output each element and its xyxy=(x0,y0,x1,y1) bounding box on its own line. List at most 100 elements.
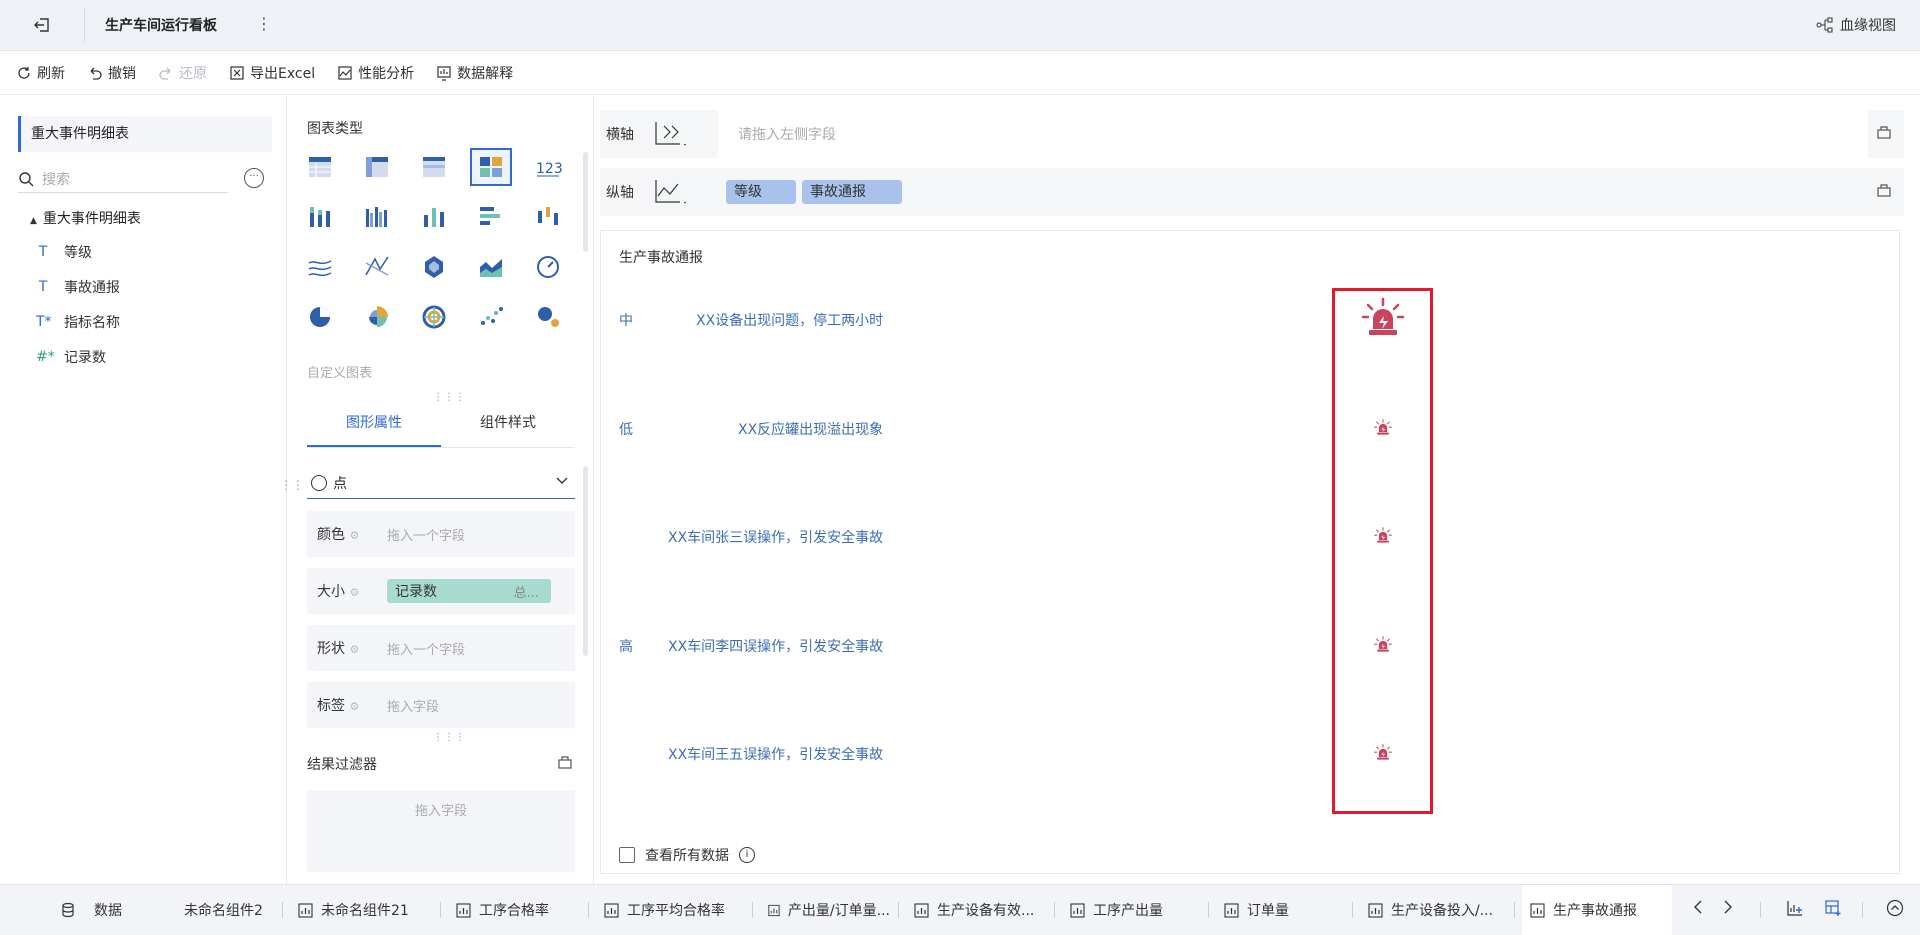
field-item-accident[interactable]: T 事故通报 xyxy=(36,277,120,297)
chart-type-gauge-icon[interactable] xyxy=(527,248,569,286)
component-tab[interactable]: 生产设备有效... xyxy=(906,885,1046,935)
shape-property[interactable]: 形状 ⚙ 拖入一个字段 xyxy=(307,625,575,671)
explain-button[interactable]: 数据解释 xyxy=(436,63,513,83)
chevron-right-icon[interactable] xyxy=(1722,899,1734,919)
filter-drop-zone[interactable]: 拖入字段 xyxy=(307,790,575,872)
filter-lock-icon[interactable] xyxy=(557,754,573,774)
add-dashboard-icon[interactable] xyxy=(1824,899,1842,921)
chart-type-bar-icon[interactable] xyxy=(470,198,512,236)
panel-drag-handle[interactable]: ⋮⋮ xyxy=(280,478,304,492)
component-tab[interactable]: 未命名组件21 xyxy=(290,885,430,935)
scrollbar[interactable] xyxy=(583,152,588,252)
chart-type-detail-table-icon[interactable] xyxy=(413,148,455,186)
view-all-data-checkbox[interactable]: 查看所有数据 i xyxy=(619,845,755,865)
custom-chart-label[interactable]: 自定义图表 xyxy=(307,362,372,381)
size-property[interactable]: 大小 ⚙ 记录数 总... xyxy=(307,568,575,614)
data-panel: 重大事件明细表 搜索 ··· ▲ 重大事件明细表 T 等级 T 事故通报 T* 指… xyxy=(0,96,287,884)
exit-icon[interactable] xyxy=(22,12,62,38)
x-axis-settings-icon[interactable] xyxy=(1876,124,1892,144)
collapse-up-icon[interactable] xyxy=(1886,899,1904,921)
tab-graphic-properties[interactable]: 图形属性 xyxy=(307,401,441,447)
search-input[interactable]: 搜索 xyxy=(18,166,228,193)
label-property[interactable]: 标签 ⚙ 拖入字段 xyxy=(307,682,575,728)
chart-type-scatter-icon[interactable] xyxy=(470,298,512,336)
x-axis-type-icon[interactable] xyxy=(652,120,688,152)
add-component-icon[interactable] xyxy=(1786,899,1804,921)
component-tab[interactable]: 工序平均合格率 xyxy=(596,885,746,935)
component-tab-label: 工序平均合格率 xyxy=(627,903,725,919)
chart-type-pie-icon[interactable] xyxy=(299,298,341,336)
component-tab-label: 工序产出量 xyxy=(1093,903,1163,919)
tree-root[interactable]: ▲ 重大事件明细表 xyxy=(30,208,141,228)
undo-button[interactable]: 撤销 xyxy=(87,63,136,83)
y-field-pill-level[interactable]: 等级 xyxy=(726,180,796,204)
chart-type-stacked-column-icon[interactable] xyxy=(299,198,341,236)
lineage-view-button[interactable]: 血缘视图 xyxy=(1816,15,1896,35)
more-options-icon[interactable]: ··· xyxy=(244,168,264,188)
label-label: 标签 ⚙ xyxy=(317,698,360,714)
x-axis-drop-zone[interactable]: 请拖入左侧字段 xyxy=(718,110,1868,158)
divider xyxy=(898,902,899,918)
field-item-metric-name[interactable]: T* 指标名称 xyxy=(36,312,120,332)
chart-type-kpi-number-icon[interactable]: 123 xyxy=(527,148,569,186)
y-axis-label: 纵轴 xyxy=(606,185,634,201)
divider xyxy=(588,902,589,918)
chart-config-panel: 图表类型 123 自定义图表 ⋮⋮⋮ 图形属性 组件样式 点 颜色 ⚙ 拖入一个… xyxy=(287,96,594,884)
component-tab[interactable]: 工序合格率 xyxy=(448,885,578,935)
performance-button[interactable]: 性能分析 xyxy=(337,63,414,83)
chart-type-column-icon[interactable] xyxy=(413,198,455,236)
field-item-record-count[interactable]: #* 记录数 xyxy=(36,347,106,367)
size-field-pill[interactable]: 记录数 总... xyxy=(387,579,551,603)
mark-type-select[interactable]: 点 xyxy=(307,468,575,499)
chart-type-radial-pie-icon[interactable] xyxy=(413,298,455,336)
y-axis-row: 纵轴 等级 事故通报 xyxy=(600,168,1904,216)
component-tab[interactable]: 订单量 xyxy=(1216,885,1336,935)
collapse-triangle-icon: ▲ xyxy=(30,216,37,226)
field-label: 记录数 xyxy=(64,350,106,366)
resize-handle[interactable]: ⋮⋮⋮ xyxy=(433,732,466,743)
y-axis-type-icon[interactable] xyxy=(652,178,688,210)
field-item-level[interactable]: T 等级 xyxy=(36,242,92,262)
x-axis-placeholder: 请拖入左侧字段 xyxy=(738,127,836,143)
refresh-button[interactable]: 刷新 xyxy=(16,63,65,83)
refresh-icon xyxy=(18,66,30,79)
chart-type-radar-line-icon[interactable] xyxy=(356,248,398,286)
more-icon[interactable]: ⋮ xyxy=(256,14,272,33)
chevron-left-icon[interactable] xyxy=(1692,899,1704,919)
y-axis-settings-icon[interactable] xyxy=(1876,182,1892,202)
component-tab[interactable]: 工序产出量 xyxy=(1062,885,1182,935)
component-tab[interactable]: 生产设备投入/... xyxy=(1360,885,1510,935)
tab-component-style[interactable]: 组件样式 xyxy=(441,401,575,445)
undo-icon xyxy=(90,67,102,80)
info-icon[interactable]: i xyxy=(739,847,755,863)
label-placeholder: 拖入字段 xyxy=(387,699,440,715)
scrollbar[interactable] xyxy=(583,466,588,656)
data-tab[interactable]: 数据 xyxy=(60,885,122,935)
chart-type-polygon-icon[interactable] xyxy=(413,248,455,286)
y-axis-drop-zone[interactable]: 等级 事故通报 xyxy=(718,168,1868,216)
component-tab-label: 订单量 xyxy=(1247,903,1289,919)
y-field-pill-accident[interactable]: 事故通报 xyxy=(802,180,902,204)
chart-type-table-icon[interactable] xyxy=(299,148,341,186)
chart-type-grouped-table-icon[interactable] xyxy=(470,148,512,186)
checkbox[interactable] xyxy=(619,847,635,863)
export-excel-button[interactable]: 导出Excel xyxy=(229,63,315,83)
component-tab[interactable]: 产出量/订单量... xyxy=(760,885,890,935)
chart-type-range-column-icon[interactable] xyxy=(527,198,569,236)
chart-icon xyxy=(768,904,780,916)
chart-type-area-icon[interactable] xyxy=(470,248,512,286)
explain-label: 数据解释 xyxy=(457,65,514,82)
field-label: 指标名称 xyxy=(64,315,120,331)
chart-type-bubble-icon[interactable] xyxy=(527,298,569,336)
chart-type-rose-pie-icon[interactable] xyxy=(356,298,398,336)
color-property[interactable]: 颜色 ⚙ 拖入一个字段 xyxy=(307,511,575,557)
chart-type-cross-table-icon[interactable] xyxy=(356,148,398,186)
divider xyxy=(440,902,441,918)
redo-button[interactable]: 还原 xyxy=(158,63,207,83)
chart-type-grouped-column-icon[interactable] xyxy=(356,198,398,236)
component-tab[interactable]: 未命名组件2 xyxy=(176,885,280,935)
tree-root-label: 重大事件明细表 xyxy=(42,211,141,227)
chart-type-line-icon[interactable] xyxy=(299,248,341,286)
component-tab[interactable]: 生产事故通报 xyxy=(1522,885,1672,935)
dataset-title[interactable]: 重大事件明细表 xyxy=(18,116,272,152)
